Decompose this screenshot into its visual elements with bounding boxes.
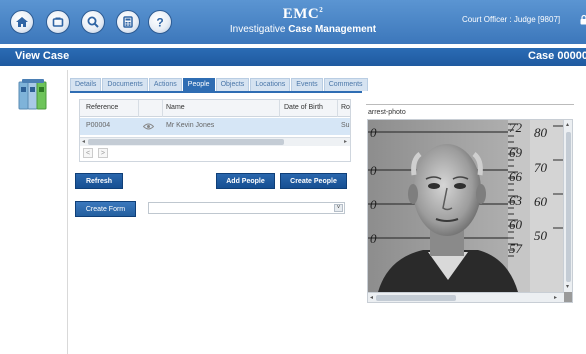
ruler-label-mid: 69 bbox=[509, 145, 523, 160]
next-page-button[interactable]: > bbox=[97, 148, 108, 158]
home-icon[interactable] bbox=[10, 10, 34, 34]
refresh-button[interactable]: Refresh bbox=[75, 173, 123, 189]
app-root: ? EMC2 Investigative Case Management Cou… bbox=[0, 0, 586, 354]
ruler-label-left: 0 bbox=[370, 197, 377, 212]
column-divider bbox=[337, 100, 338, 117]
tab-details[interactable]: Details bbox=[70, 78, 102, 91]
ruler-label-left: 0 bbox=[370, 231, 377, 246]
form-type-select[interactable]: ˅ bbox=[148, 202, 345, 214]
photo-divider bbox=[366, 104, 574, 105]
column-divider bbox=[162, 100, 163, 117]
ruler-label-right: 80 bbox=[534, 125, 548, 140]
tab-bar: Details Documents Actions People Objects… bbox=[70, 78, 369, 92]
column-divider bbox=[279, 100, 280, 117]
ruler-label-mid: 66 bbox=[509, 169, 523, 184]
scroll-right-icon[interactable]: ▸ bbox=[554, 294, 557, 301]
ruler-label-right: 60 bbox=[534, 194, 548, 209]
cell-role: Su bbox=[341, 122, 350, 129]
table-row[interactable]: P00004 Mr Kevin Jones Su bbox=[80, 118, 350, 135]
tab-events[interactable]: Events bbox=[291, 78, 323, 91]
title-bar: View Case Case 00000 bbox=[0, 48, 586, 66]
add-people-button[interactable]: Add People bbox=[216, 173, 275, 189]
ruler-label-left: 0 bbox=[370, 163, 377, 178]
previous-page-button[interactable]: < bbox=[83, 148, 93, 158]
ruler-label-right: 50 bbox=[534, 228, 548, 243]
column-header-role[interactable]: Ro bbox=[341, 104, 350, 111]
scroll-right-icon[interactable]: ▸ bbox=[344, 138, 347, 145]
scrollbar-thumb[interactable] bbox=[88, 139, 284, 145]
create-form-button[interactable]: Create Form bbox=[75, 201, 136, 217]
scroll-left-icon[interactable]: ◂ bbox=[82, 138, 85, 145]
column-header-reference[interactable]: Reference bbox=[86, 104, 118, 111]
photo-horizontal-scrollbar[interactable]: ◂ ▸ bbox=[368, 292, 564, 302]
lock-icon[interactable] bbox=[580, 14, 586, 25]
tab-locations[interactable]: Locations bbox=[250, 78, 291, 91]
ruler-label-mid: 57 bbox=[509, 241, 523, 256]
cell-reference: P00004 bbox=[86, 122, 111, 129]
arrest-photo: 0 0 0 0 72 69 66 63 60 57 80 70 60 50 ▴ … bbox=[367, 119, 573, 303]
left-divider bbox=[67, 70, 68, 354]
cell-name: Mr Kevin Jones bbox=[166, 122, 215, 129]
user-info: Court Officer : Judge [9807] bbox=[462, 15, 561, 24]
case-number: Case 00000 bbox=[528, 50, 586, 62]
tab-documents[interactable]: Documents bbox=[102, 78, 148, 91]
eye-icon[interactable] bbox=[143, 123, 154, 130]
ruler-label-mid: 72 bbox=[509, 120, 523, 135]
svg-text:?: ? bbox=[156, 16, 163, 30]
page-title: View Case bbox=[15, 50, 70, 62]
eject-icon[interactable] bbox=[46, 10, 70, 34]
column-divider bbox=[138, 100, 139, 117]
tab-actions[interactable]: Actions bbox=[148, 78, 182, 91]
column-header-name[interactable]: Name bbox=[166, 104, 185, 111]
ruler-label-mid: 63 bbox=[509, 193, 523, 208]
ruler-label-mid: 60 bbox=[509, 217, 523, 232]
ruler-label-left: 0 bbox=[370, 125, 377, 140]
scroll-up-icon[interactable]: ▴ bbox=[566, 121, 569, 128]
brand: EMC2 Investigative Case Management bbox=[228, 6, 378, 35]
top-header: ? EMC2 Investigative Case Management Cou… bbox=[0, 0, 586, 44]
brand-logo: EMC2 bbox=[282, 6, 324, 22]
chevron-down-icon[interactable]: ˅ bbox=[334, 204, 343, 212]
search-icon[interactable] bbox=[81, 10, 105, 34]
scrollbar-thumb[interactable] bbox=[376, 295, 456, 301]
tab-objects[interactable]: Objects bbox=[215, 78, 250, 91]
people-table: Reference Name Date of Birth Ro P00004 M… bbox=[79, 99, 351, 162]
photo-vertical-scrollbar[interactable]: ▴ ▾ bbox=[563, 120, 572, 292]
tab-comments[interactable]: Comments bbox=[323, 78, 368, 91]
help-icon[interactable]: ? bbox=[148, 10, 172, 34]
column-header-dob[interactable]: Date of Birth bbox=[284, 104, 323, 111]
calculator-icon[interactable] bbox=[116, 10, 140, 34]
photo-label: arrest-photo bbox=[368, 109, 406, 116]
scrollbar-thumb[interactable] bbox=[566, 132, 571, 282]
table-horizontal-scrollbar[interactable]: ◂ ▸ bbox=[80, 137, 350, 146]
scroll-down-icon[interactable]: ▾ bbox=[566, 283, 569, 290]
table-pager: < > bbox=[80, 148, 108, 160]
brand-subtitle: Investigative Case Management bbox=[229, 24, 377, 35]
table-header: Reference Name Date of Birth Ro bbox=[80, 100, 350, 117]
create-people-button[interactable]: Create People bbox=[280, 173, 347, 189]
mugshot-image: 0 0 0 0 72 69 66 63 60 57 80 70 60 50 bbox=[368, 120, 564, 292]
case-files-icon bbox=[18, 79, 47, 110]
scroll-left-icon[interactable]: ◂ bbox=[370, 294, 373, 301]
tab-underline bbox=[70, 91, 362, 93]
tab-people[interactable]: People bbox=[182, 78, 215, 91]
ruler-label-right: 70 bbox=[534, 160, 548, 175]
